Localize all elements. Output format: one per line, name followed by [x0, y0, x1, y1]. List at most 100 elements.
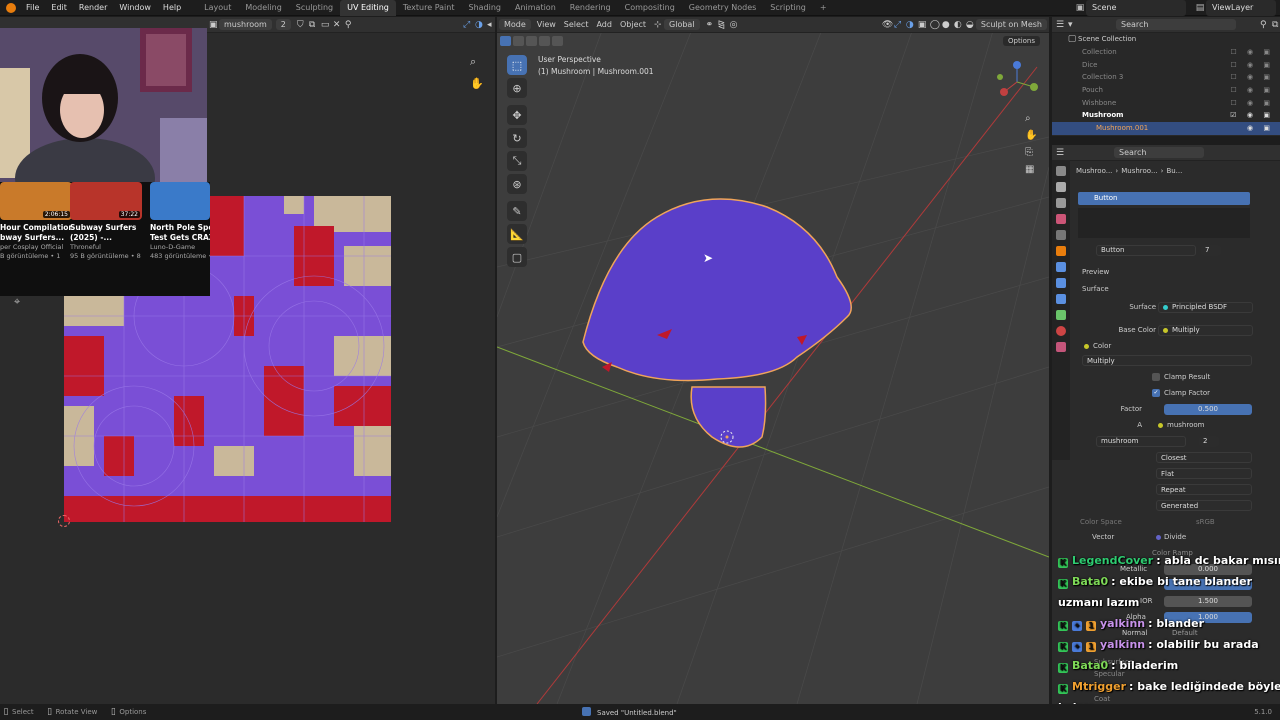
outliner-item[interactable]: Collection 3 ☐ ◉ ▣ [1052, 71, 1280, 84]
editor-type-icon[interactable]: ☰ [1052, 147, 1064, 159]
editor-type-icon[interactable]: ☰ [1052, 19, 1064, 31]
video-title-line2[interactable]: Test Gets CRAZY [150, 233, 210, 243]
material-name-field[interactable]: Button [1096, 244, 1196, 256]
physics-tab-icon[interactable] [1056, 294, 1066, 304]
cursor-tool-icon[interactable]: ⊕ [507, 78, 527, 98]
tab-texture-paint[interactable]: Texture Paint [396, 0, 462, 16]
options-dropdown[interactable]: Options [1003, 36, 1041, 46]
menu-object[interactable]: Object [616, 20, 650, 29]
blend-mode-dropdown[interactable]: Multiply [1082, 355, 1252, 366]
object-tab-icon[interactable] [1056, 246, 1066, 256]
menu-window[interactable]: Window [113, 0, 157, 16]
video-thumbnail[interactable] [150, 182, 210, 220]
tab-compositing[interactable]: Compositing [618, 0, 682, 16]
gizmo-toggle-icon[interactable]: ⤢ [459, 19, 471, 31]
shading-wire-icon[interactable]: ◯ [926, 19, 940, 31]
menu-render[interactable]: Render [73, 0, 113, 16]
interpolation-dropdown[interactable]: Closest [1156, 452, 1252, 463]
tab-layout[interactable]: Layout [197, 0, 238, 16]
add-workspace-button[interactable]: + [813, 0, 834, 16]
outliner-item[interactable]: Collection ☐ ◉ ▣ [1052, 46, 1280, 59]
measure-tool-icon[interactable]: 📐 [507, 224, 527, 244]
material-slot-item[interactable]: Button [1078, 192, 1250, 205]
fake-user-shield-icon[interactable]: ⛉ [293, 19, 305, 31]
sidebar-toggle-icon[interactable]: ◂ [483, 19, 495, 31]
xray-icon[interactable]: ▣ [914, 19, 927, 31]
select-intersect-icon[interactable] [552, 36, 563, 46]
particles-tab-icon[interactable] [1056, 278, 1066, 288]
video-title-line2[interactable]: (2025) -... [70, 233, 142, 243]
video-card[interactable]: 2:06:15 Hour Compilation bway Surfers...… [0, 182, 72, 261]
shading-material-icon[interactable]: ◐ [950, 19, 962, 31]
select-new-icon[interactable] [500, 36, 511, 46]
outliner-item[interactable]: Wishbone ☐ ◉ ▣ [1052, 96, 1280, 109]
transform-tool-icon[interactable]: ⊛ [507, 174, 527, 194]
tab-scripting[interactable]: Scripting [763, 0, 813, 16]
video-title[interactable]: North Pole Spee [150, 223, 210, 233]
overlay-toggle-icon[interactable]: ◑ [471, 19, 483, 31]
annotate-tool-icon[interactable]: ✎ [507, 201, 527, 221]
outliner-item-mushroom-001[interactable]: Mushroom.001 ◉ ▣ [1052, 121, 1280, 135]
properties-search-input[interactable]: Search [1114, 147, 1204, 158]
tab-animation[interactable]: Animation [508, 0, 563, 16]
menu-edit[interactable]: Edit [45, 0, 73, 16]
material-tab-icon[interactable] [1056, 326, 1066, 336]
video-thumbnail[interactable]: 37:22 [70, 182, 142, 220]
surface-panel-header[interactable]: Surface [1082, 283, 1280, 295]
video-title[interactable]: Subway Surfers [70, 223, 142, 233]
video-card[interactable]: 37:22 Subway Surfers (2025) -... Thronef… [70, 182, 142, 261]
scene-tab-icon[interactable] [1056, 214, 1066, 224]
shading-rendered-icon[interactable]: ◒ [962, 19, 974, 31]
sculpt-on-mesh-button[interactable]: Sculpt on Mesh [975, 19, 1047, 30]
visibility-icon[interactable]: 👁 [878, 19, 893, 31]
pin-icon[interactable]: ⚲ [341, 19, 353, 31]
perspective-grid-icon[interactable]: ▦ [1025, 164, 1045, 175]
scene-selector[interactable]: Scene [1086, 0, 1186, 16]
filter-icon[interactable]: ⚲ [1256, 19, 1268, 31]
overlay-toggle-icon[interactable]: ◑ [902, 19, 914, 31]
visibility-toggles[interactable]: ☐ ◉ ▣ [1231, 73, 1274, 81]
base-color-field[interactable]: Multiply [1158, 324, 1253, 336]
outliner-item[interactable]: Dice ☐ ◉ ▣ [1052, 58, 1280, 71]
tab-uv-editing[interactable]: UV Editing [340, 0, 396, 16]
zoom-icon[interactable]: ⌕ [470, 55, 486, 69]
outliner-item[interactable]: Pouch ☐ ◉ ▣ [1052, 84, 1280, 97]
output-tab-icon[interactable] [1056, 198, 1066, 208]
image-users-count[interactable]: 2 [1199, 435, 1219, 447]
a-input-value[interactable]: mushroom [1167, 421, 1204, 429]
tab-geometry-nodes[interactable]: Geometry Nodes [682, 0, 763, 16]
texture-tab-icon[interactable] [1056, 342, 1066, 352]
surface-shader-field[interactable]: Principled BSDF [1158, 301, 1253, 313]
shading-solid-icon[interactable]: ● [938, 19, 950, 31]
rotate-tool-icon[interactable]: ↻ [507, 128, 527, 148]
orientation-selector[interactable]: Global [664, 19, 700, 30]
tab-sculpting[interactable]: Sculpting [289, 0, 340, 16]
outliner[interactable]: ☰ ▾ Search ⚲ ⧉ ▢ Scene Collection Collect… [1052, 17, 1280, 136]
menu-add[interactable]: Add [592, 20, 616, 29]
select-extend-icon[interactable] [513, 36, 524, 46]
outliner-scene-collection[interactable]: ▢ Scene Collection [1052, 33, 1280, 46]
new-image-icon[interactable]: ⧉ [305, 19, 317, 31]
preview-panel-header[interactable]: Preview [1082, 266, 1280, 278]
display-mode-icon[interactable]: ▾ [1064, 19, 1076, 31]
zoom-icon[interactable]: ⌕ [1025, 113, 1045, 124]
viewlayer-selector[interactable]: ViewLayer [1206, 0, 1276, 16]
snap-icon[interactable]: ⧎ [714, 19, 726, 31]
pivot-icon[interactable]: ⚭ [702, 19, 714, 31]
gizmo-toggle-icon[interactable]: ⤢ [890, 19, 902, 31]
visibility-toggles[interactable]: ☐ ◉ ▣ [1231, 99, 1274, 107]
modifier-tab-icon[interactable] [1056, 262, 1066, 272]
menu-view[interactable]: View [533, 20, 560, 29]
visibility-toggles[interactable]: ☐ ◉ ▣ [1231, 61, 1274, 69]
navigation-gizmo[interactable] [992, 57, 1042, 107]
material-users-count[interactable]: 7 [1201, 244, 1221, 256]
open-folder-icon[interactable]: ▭ [317, 19, 330, 31]
unlink-close-icon[interactable]: ✕ [329, 19, 341, 31]
outliner-search-input[interactable]: Search [1116, 19, 1236, 30]
menu-help[interactable]: Help [157, 0, 187, 16]
pan-hand-icon[interactable]: ✋ [1025, 130, 1045, 141]
video-card[interactable]: North Pole Spee Test Gets CRAZY Luno-D-G… [150, 182, 210, 261]
tab-rendering[interactable]: Rendering [563, 0, 618, 16]
image-name-field[interactable]: mushroom [1096, 435, 1186, 447]
render-tab-icon[interactable] [1056, 182, 1066, 192]
